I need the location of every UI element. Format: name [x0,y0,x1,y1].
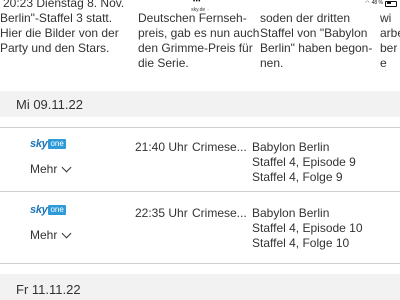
genre-label: Crimese... [192,140,247,154]
article-snippet-1[interactable]: Berlin"-Staffel 3 statt. Hier die Bilder… [0,11,122,56]
snippet-line: preis, gab es nun auch [138,26,260,40]
title-line: Babylon Berlin [252,140,330,154]
snippet-line: nen. [260,56,284,70]
article-snippet-4[interactable]: wi arbe ber e [380,11,400,71]
snippet-line: den Grimme-Preis für [138,41,253,55]
chevron-down-icon [61,162,72,172]
day-label: Mi 09.11.22 [16,97,83,112]
snippet-line: arbe [380,26,400,40]
program-title[interactable]: Babylon Berlin Staffel 4, Episode 9 Staf… [252,140,392,185]
program-title[interactable]: Babylon Berlin Staffel 4, Episode 10 Sta… [252,206,392,251]
channel-logo: sky one [30,204,66,216]
sky-logo: sky [30,138,48,150]
day-header: Fr 11.11.22 [0,274,400,300]
sky-logo: sky [30,204,48,216]
broadcast-time: 21:40 Uhr [135,140,188,154]
snippet-line: Deutschen Fernseh- [138,11,247,25]
more-label: Mehr [30,162,58,176]
snippet-line: die Serie. [138,56,189,70]
article-snippet-3[interactable]: soden der dritten Staffel von "Babylon B… [260,11,373,71]
genre-label: Crimese... [192,206,247,220]
title-line: Staffel 4, Episode 10 [252,221,363,235]
snippet-line: Staffel von "Babylon [260,26,368,40]
one-badge: one [48,205,66,215]
snippet-line: Berlin" haben begon- [260,41,373,55]
channel-logo: sky one [30,138,66,150]
snippet-line: Hier die Bilder von der [0,26,119,40]
snippet-line: Berlin"-Staffel 3 statt. [0,11,113,25]
snippet-line: wi [380,11,392,25]
article-snippet-2[interactable]: Deutschen Fernseh- preis, gab es nun auc… [138,11,260,71]
divider [0,127,400,128]
more-button[interactable]: Mehr [30,162,72,176]
day-label: Fr 11.11.22 [16,282,81,297]
snippet-line: soden der dritten [260,11,351,25]
divider [0,263,400,264]
more-button[interactable]: Mehr [30,228,72,242]
title-line: Babylon Berlin [252,206,330,220]
title-line: Staffel 4, Episode 9 [252,155,356,169]
more-label: Mehr [30,228,58,242]
snippet-line: Party und den Stars. [0,41,110,55]
broadcast-time: 22:35 Uhr [135,206,188,220]
snippet-line: e [380,56,387,70]
divider [0,191,400,192]
one-badge: one [48,139,66,149]
snippet-line: ber [380,41,398,55]
title-line: Staffel 4, Folge 9 [252,170,343,184]
day-header: Mi 09.11.22 [0,91,400,117]
chevron-down-icon [61,228,72,238]
title-line: Staffel 4, Folge 10 [252,236,350,250]
